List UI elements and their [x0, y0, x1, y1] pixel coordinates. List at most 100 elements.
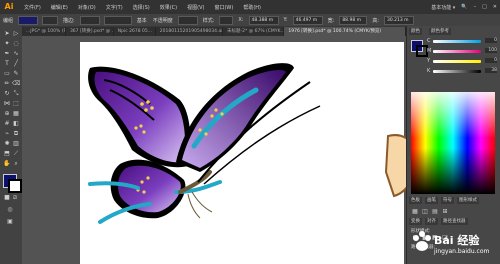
c-slider[interactable] [433, 40, 481, 43]
zoom-tool-icon[interactable]: ⌕ [12, 160, 20, 168]
tab-color-guide[interactable]: 颜色参考 [429, 28, 451, 35]
tab-doc-2[interactable]: 367 [转换].psd* @ ... [65, 27, 114, 36]
menu-type[interactable]: 文字(T) [101, 4, 128, 11]
rectangle-tool-icon[interactable]: ▭ [3, 70, 11, 78]
color-spectrum[interactable] [411, 92, 495, 194]
color-mode-icon[interactable]: ■ [3, 194, 11, 202]
tab-doc-3[interactable]: Npic 2678 05... [113, 27, 156, 36]
opacity-input[interactable] [177, 15, 198, 25]
group-label: 编组 [3, 17, 14, 24]
stroke-label: 描边: [63, 17, 75, 24]
perspective-grid-tool-icon[interactable]: ▦ [12, 110, 20, 118]
w-input[interactable]: 88.98 m [339, 15, 368, 25]
magic-wand-tool-icon[interactable]: ✦ [3, 40, 11, 48]
menu-file[interactable]: 文件(F) [19, 4, 46, 11]
opacity-label[interactable]: 不透明度 [150, 17, 176, 24]
hand-tool-icon[interactable]: ✋ [3, 160, 11, 168]
tab-doc-5[interactable]: 未标题-2* @ 67% (CMYK...) [223, 27, 285, 36]
style-label: 样式: [202, 17, 215, 24]
menu-view[interactable]: 视图(V) [182, 4, 209, 11]
menu-object[interactable]: 对象(O) [73, 4, 101, 11]
symbol-sprayer-tool-icon[interactable]: ✺ [3, 140, 11, 148]
stroke-swatch[interactable] [8, 179, 22, 193]
search-icon[interactable]: 🔍 [458, 4, 470, 10]
tools-panel: ➤ ▷ ✦ ◌ ✒ ∿ T ╱ ▭ ✎ ✏ ⌫ ↻ ⤡ ⋈ ⬚ ⊕ ▦ # ◧ … [0, 26, 23, 264]
shape-builder-tool-icon[interactable]: ⊕ [3, 110, 11, 118]
watermark-url: jingyan.baidu.com [434, 248, 490, 255]
y-value[interactable]: 0 [485, 58, 497, 63]
artboard-tool-icon[interactable]: ⬒ [3, 150, 11, 158]
graph-tool-icon[interactable]: ▥ [12, 140, 20, 148]
menu-help[interactable]: 帮助(H) [238, 4, 266, 11]
profile-select[interactable] [103, 15, 132, 25]
k-value[interactable]: 38 [485, 68, 497, 73]
panel-icon-2[interactable]: ◫ [421, 208, 429, 216]
none-mode-icon[interactable]: ⧄ [11, 194, 19, 202]
panel-icon-4[interactable]: ⊞ [441, 208, 449, 216]
menu-select[interactable]: 选择(S) [128, 4, 155, 11]
watermark: Bai 经验 jingyan.baidu.com [400, 216, 500, 264]
tab-graphic-styles[interactable]: 图形样式 [457, 197, 479, 204]
eyedropper-tool-icon[interactable]: ⌁ [3, 130, 11, 138]
scale-tool-icon[interactable]: ⤡ [12, 90, 20, 98]
m-label: M [427, 48, 432, 54]
rotate-tool-icon[interactable]: ↻ [3, 90, 11, 98]
blend-tool-icon[interactable]: ⧉ [12, 130, 20, 138]
draw-mode-icon[interactable]: ◎ [6, 206, 14, 214]
gradient-tool-icon[interactable]: ◧ [12, 120, 20, 128]
canvas-area[interactable] [22, 36, 406, 264]
tab-symbols[interactable]: 符号 [441, 197, 454, 204]
x-input[interactable]: 48.388 m [248, 15, 279, 25]
direct-selection-tool-icon[interactable]: ▷ [12, 30, 20, 38]
mesh-tool-icon[interactable]: # [3, 120, 11, 128]
document-tabs: ...JPG* @ 100% (R... 367 [转换].psd* @ ...… [22, 26, 406, 36]
tab-color[interactable]: 颜色 [409, 28, 422, 35]
y-input[interactable]: 46.497 m [292, 15, 323, 25]
m-slider[interactable] [433, 50, 481, 53]
pen-tool-icon[interactable]: ✒ [3, 50, 11, 58]
eraser-tool-icon[interactable]: ⌫ [12, 80, 20, 88]
menu-window[interactable]: 窗口(W) [209, 4, 238, 11]
tab-swatches[interactable]: 色板 [409, 197, 422, 204]
fill-swatch-mini[interactable] [18, 15, 39, 25]
curvature-tool-icon[interactable]: ∿ [12, 50, 20, 58]
tab-doc-active[interactable]: 1976 [转换].psd* @ 100.74% (CMYK/预览) [284, 27, 406, 36]
tab-doc-4[interactable]: 20180115201905498034.ai* @ ... [155, 27, 223, 36]
x-label: X: [238, 17, 244, 23]
butterfly-artwork[interactable] [80, 42, 404, 264]
close-icon[interactable]: ✕ [490, 4, 500, 10]
menu-effect[interactable]: 效果(C) [155, 4, 182, 11]
workspace-switcher[interactable]: 基本功能 ▾ [428, 4, 458, 11]
style-swatch[interactable] [219, 15, 234, 25]
panel-icon-1[interactable]: ▦ [411, 208, 419, 216]
h-label: 高: [372, 17, 379, 24]
basic-label: 基本 [136, 17, 147, 24]
line-tool-icon[interactable]: ╱ [12, 60, 20, 68]
stroke-swatch-mini[interactable] [42, 15, 59, 25]
paintbrush-tool-icon[interactable]: ✎ [12, 70, 20, 78]
type-tool-icon[interactable]: T [3, 60, 11, 68]
tab-brushes[interactable]: 画笔 [425, 197, 438, 204]
h-input[interactable]: 30.213 m [384, 15, 414, 25]
slice-tool-icon[interactable]: ⟋ [12, 150, 20, 158]
k-slider[interactable] [433, 70, 481, 73]
free-transform-tool-icon[interactable]: ⬚ [12, 100, 20, 108]
minimize-icon[interactable]: – [471, 4, 480, 10]
menu-edit[interactable]: 编辑(E) [46, 4, 73, 11]
screen-mode-icon[interactable]: ▣ [6, 218, 14, 226]
m-value[interactable]: 100 [485, 48, 497, 53]
artboard[interactable] [80, 42, 404, 264]
maximize-icon[interactable]: □ [479, 4, 490, 10]
width-tool-icon[interactable]: ⋈ [3, 100, 11, 108]
lasso-tool-icon[interactable]: ◌ [12, 40, 20, 48]
y-slider[interactable] [433, 60, 481, 63]
w-label: 宽: [327, 17, 335, 24]
panel-icon-3[interactable]: ▤ [431, 208, 439, 216]
tab-doc-1[interactable]: ...JPG* @ 100% (R... [22, 27, 66, 36]
c-value[interactable]: 0 [485, 38, 497, 43]
selection-tool-icon[interactable]: ➤ [3, 30, 11, 38]
c-label: C [427, 38, 431, 44]
pencil-tool-icon[interactable]: ✏ [3, 80, 11, 88]
stroke-weight-input[interactable] [79, 15, 100, 25]
app-logo: Ai [4, 2, 14, 11]
